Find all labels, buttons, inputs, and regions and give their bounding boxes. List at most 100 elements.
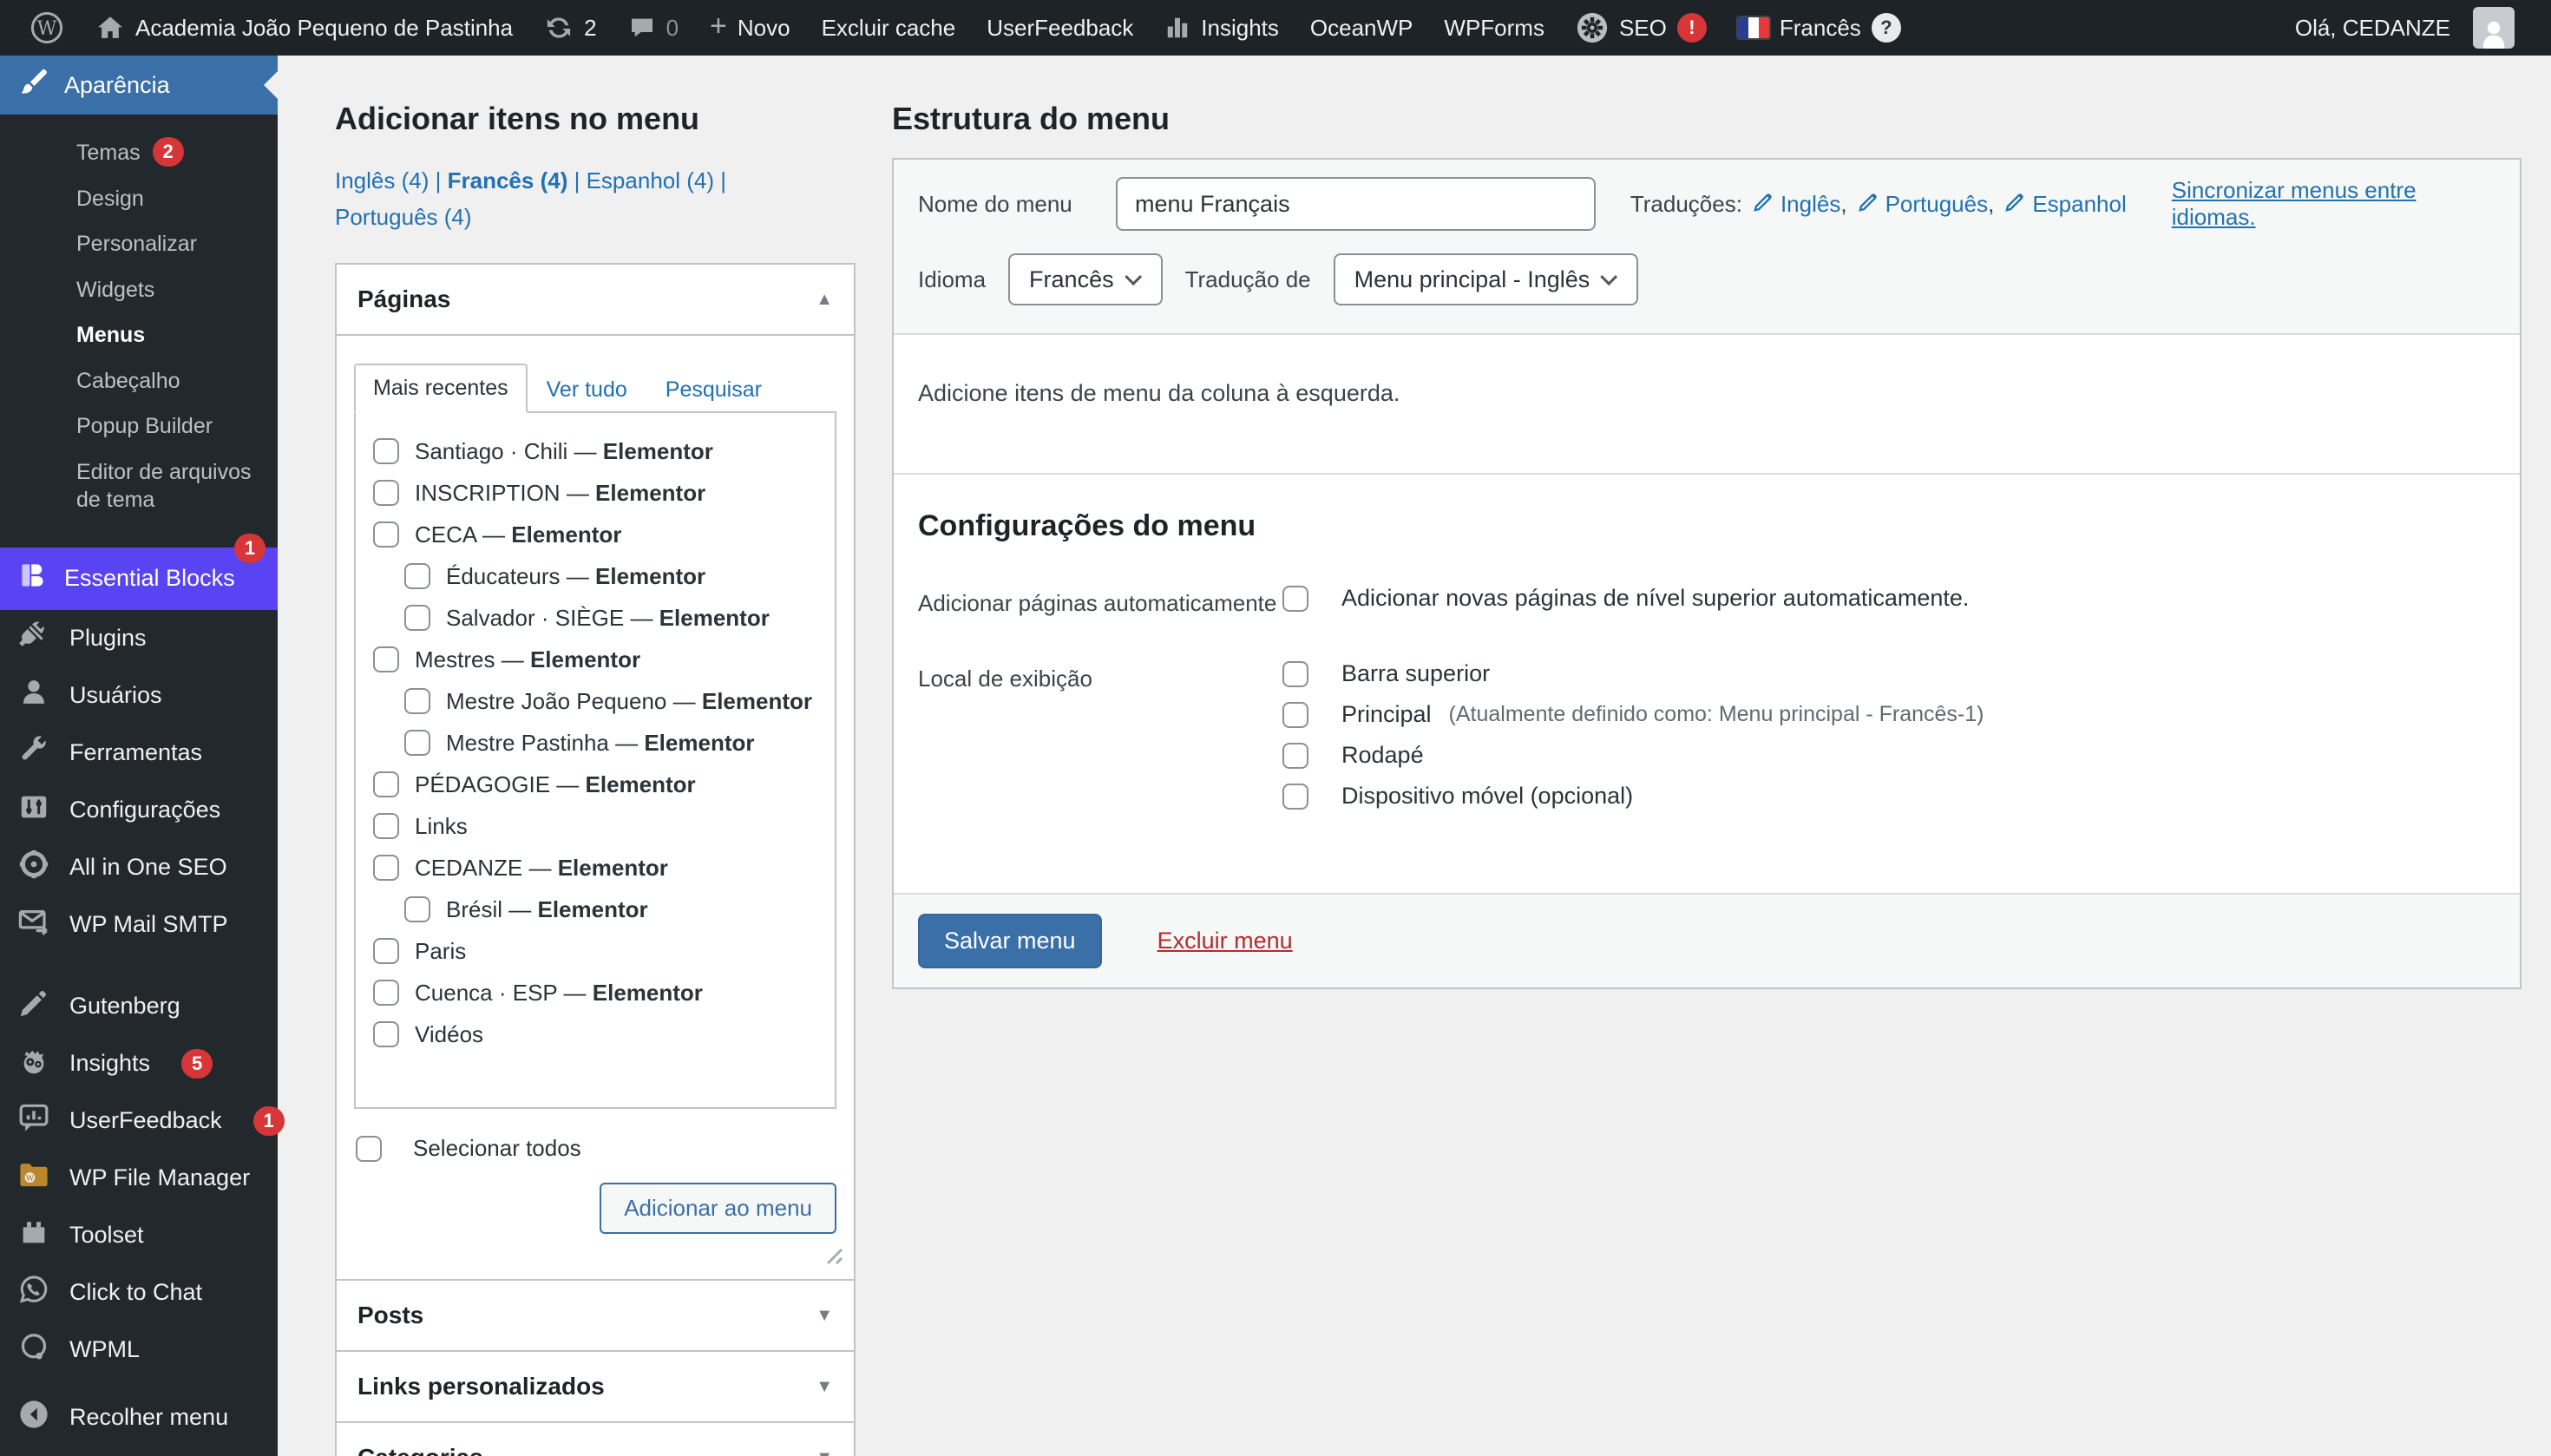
auto-add-control: Adicionar novas páginas de nível superio… [1282,585,1969,626]
sidebar-item-plugins[interactable]: Plugins [0,610,278,667]
lang-filter-ingles[interactable]: Inglês (4) [335,167,429,193]
count-badge: 1 [253,1106,285,1136]
appearance-submenu: Temas2 Design Personalizar Widgets Menus… [0,115,278,548]
language-switcher[interactable]: Francês ? [1722,0,1917,56]
accordion-header-paginas[interactable]: Páginas ▲ [337,265,854,336]
checkbox[interactable] [373,480,399,506]
sidebar-item-appearance[interactable]: Aparência [0,56,278,115]
comments-link[interactable]: 0 [613,0,694,56]
accordion-header-categorias[interactable]: Categorias ▼ [337,1423,854,1456]
wrench-icon [17,733,50,772]
clear-cache-link[interactable]: Excluir cache [806,0,972,56]
checkbox[interactable] [373,938,399,964]
wpforms-link[interactable]: WPForms [1428,0,1560,56]
sidebar-item-insights[interactable]: Insights 5 [0,1035,278,1092]
location-checkbox[interactable] [1282,702,1308,728]
checkbox[interactable] [373,646,399,672]
lang-filter-portugues[interactable]: Português (4) [335,204,472,230]
updates-link[interactable]: 2 [528,0,612,56]
accordion-header-posts[interactable]: Posts ▼ [337,1281,854,1350]
sidebar-item-temas[interactable]: Temas2 [0,128,278,176]
translation-link-espanhol[interactable]: Espanhol [2004,190,2126,219]
sidebar-item-ferramentas[interactable]: Ferramentas [0,725,278,782]
sidebar-item-popup-builder[interactable]: Popup Builder [0,403,278,449]
tab-pesquisar[interactable]: Pesquisar [646,367,781,413]
checkbox[interactable] [373,855,399,881]
checkbox[interactable] [404,688,430,714]
accordion-section-posts: Posts ▼ [337,1279,854,1350]
resize-handle[interactable] [354,1244,836,1265]
location-checkbox[interactable] [1282,661,1308,687]
sidebar-item-editor-de-arquivos[interactable]: Editor de arquivos de tema [0,449,278,523]
sidebar-item-essential-blocks[interactable]: Essential Blocks 1 [0,548,278,610]
checkbox[interactable] [404,563,430,589]
updates-icon [544,13,574,43]
sidebar-item-design[interactable]: Design [0,176,278,222]
translation-link-ingles[interactable]: Inglês [1753,190,1840,219]
save-menu-button[interactable]: Salvar menu [918,914,1102,968]
sidebar-item-all-in-one-seo[interactable]: All in One SEO [0,839,278,896]
envelope-icon [17,905,50,944]
checkbox[interactable] [373,980,399,1006]
sidebar-item-gutenberg[interactable]: Gutenberg [0,978,278,1035]
sidebar-item-widgets[interactable]: Widgets [0,267,278,313]
location-checkbox[interactable] [1282,784,1308,810]
auto-add-checkbox[interactable] [1282,586,1308,612]
translation-of-select[interactable]: Menu principal - Inglês [1334,253,1639,305]
accordion-header-links-personalizados[interactable]: Links personalizados ▼ [337,1352,854,1421]
checkbox[interactable] [373,771,399,797]
checkbox[interactable] [373,1021,399,1047]
checkbox[interactable] [373,813,399,839]
display-location-label: Local de exibição [918,660,1282,823]
checkbox[interactable] [373,521,399,548]
menu-structure-column: Estrutura do menu Nome do menu Traduções… [892,94,2521,989]
insights-link[interactable]: Insights [1149,0,1295,56]
separator: | [574,167,580,193]
checkbox[interactable] [373,438,399,464]
wp-logo-menu[interactable]: W [14,0,80,56]
sidebar-item-usuarios[interactable]: Usuários [0,667,278,725]
sidebar-item-personalizar[interactable]: Personalizar [0,221,278,267]
checkbox[interactable] [404,896,430,922]
menu-edit-panel: Nome do menu Traduções: Inglês , Portugu… [892,158,2521,989]
new-content-link[interactable]: + Novo [694,0,806,56]
sidebar-item-menus[interactable]: Menus [0,312,278,358]
sidebar-item-wpml[interactable]: WPML [0,1322,278,1379]
checkbox[interactable] [404,605,430,631]
lang-filter-frances[interactable]: Francês (4) [448,167,568,193]
seo-link[interactable]: SEO ! [1560,0,1722,56]
translation-link-portugues[interactable]: Português [1858,190,1989,219]
language-select[interactable]: Francês [1008,253,1163,305]
location-checkbox[interactable] [1282,743,1308,769]
sidebar-item-wp-mail-smtp[interactable]: WP Mail SMTP [0,896,278,954]
tab-ver-tudo[interactable]: Ver tudo [528,367,646,413]
visit-site-link[interactable]: Academia João Pequeno de Pastinha [80,0,528,56]
list-item: Links [356,805,835,847]
sidebar-item-cabecalho[interactable]: Cabeçalho [0,358,278,404]
account-menu[interactable]: Olá, CEDANZE [2279,0,2530,56]
lang-filter-espanhol[interactable]: Espanhol (4) [587,167,714,193]
delete-menu-link[interactable]: Excluir menu [1157,928,1293,954]
tab-mais-recentes[interactable]: Mais recentes [354,364,528,413]
accordion-section-links-personalizados: Links personalizados ▼ [337,1350,854,1421]
sidebar-item-wp-file-manager[interactable]: W WP File Manager [0,1150,278,1207]
sidebar-item-click-to-chat[interactable]: Click to Chat [0,1264,278,1322]
add-to-menu-button[interactable]: Adicionar ao menu [600,1183,836,1234]
list-item: CECA — Elementor [356,514,835,555]
comment-icon [628,14,656,42]
oceanwp-link[interactable]: OceanWP [1295,0,1429,56]
userfeedback-link[interactable]: UserFeedback [971,0,1149,56]
page-title-menu-structure: Estrutura do menu [892,94,2521,137]
site-name: Academia João Pequeno de Pastinha [135,15,513,42]
admin-sidebar: Aparência Temas2 Design Personalizar Wid… [0,56,278,1456]
checkbox[interactable] [404,730,430,756]
sidebar-item-configuracoes[interactable]: Configurações [0,782,278,839]
select-all-checkbox[interactable] [356,1136,382,1162]
menu-name-input[interactable] [1116,177,1596,231]
collapse-menu-button[interactable]: Recolher menu [0,1388,278,1446]
display-location-options: Barra superior Principal (Atualmente def… [1282,660,1984,823]
list-item: Paris [356,930,835,972]
sidebar-item-userfeedback[interactable]: UserFeedback 1 [0,1092,278,1150]
sync-menus-link[interactable]: Sincronizar menus entre idiomas. [2172,177,2495,231]
sidebar-item-toolset[interactable]: Toolset [0,1207,278,1264]
